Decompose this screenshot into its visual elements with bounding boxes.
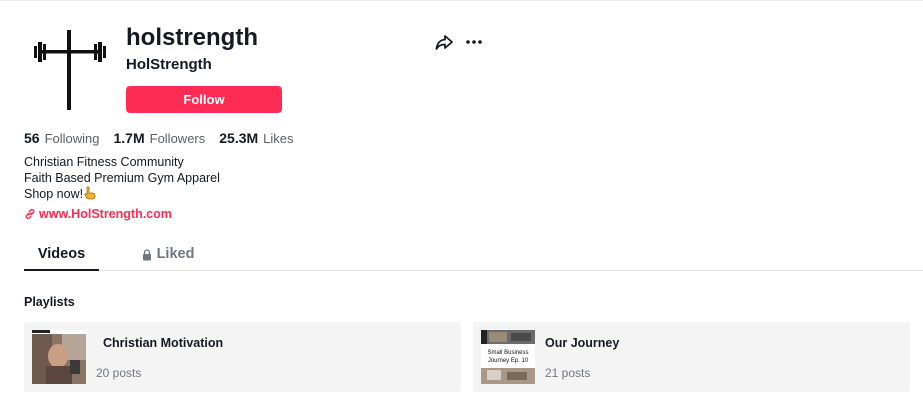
website-link[interactable]: www.HolStrength.com <box>24 207 172 221</box>
stat-value: 25.3M <box>219 130 259 146</box>
website-link-text: www.HolStrength.com <box>39 207 172 221</box>
playlist-title: Our Journey <box>545 336 620 350</box>
playlist-card[interactable]: Small Business Journey Ep. 10 Our Journe… <box>473 322 910 392</box>
stat-label: Following <box>44 131 100 146</box>
bio-line: Christian Fitness Community <box>24 155 184 169</box>
tab-liked[interactable]: Liked <box>138 240 198 271</box>
link-icon <box>25 208 35 220</box>
stat-label: Likes <box>263 131 294 146</box>
stat-value: 1.7M <box>113 130 145 146</box>
playlist-thumbnail: Small Business Journey Ep. 10 <box>481 330 535 384</box>
thumbnail-caption: Small Business <box>487 350 528 356</box>
bio-line: Faith Based Premium Gym Apparel <box>24 171 220 185</box>
pointing-down-hand-icon <box>84 186 96 204</box>
lock-icon <box>142 249 151 261</box>
stat-following[interactable]: 56 Following <box>24 130 100 146</box>
playlists-heading: Playlists <box>24 295 75 309</box>
stat-label: Followers <box>149 131 206 146</box>
avatar[interactable] <box>24 20 116 112</box>
nickname: HolStrength <box>126 56 212 73</box>
tab-videos[interactable]: Videos <box>24 240 99 271</box>
playlist-title: Christian Motivation <box>103 336 224 350</box>
playlist-count: 20 posts <box>96 366 142 380</box>
stat-followers[interactable]: 1.7M Followers <box>114 130 206 146</box>
bio-line: Shop now! <box>24 187 84 201</box>
playlist-count: 21 posts <box>545 366 591 380</box>
playlist-thumbnail <box>32 330 86 384</box>
bio-line-with-emoji: Shop now! <box>24 186 220 204</box>
profile-tabs: Videos Liked <box>24 240 923 271</box>
username: holstrength <box>126 24 258 51</box>
thumbnail-caption: Journey Ep. 10 <box>488 358 529 364</box>
cross-barbell-icon <box>34 30 106 110</box>
playlist-card[interactable]: Christian Motivation 20 posts <box>24 322 461 392</box>
follow-button[interactable]: Follow <box>126 86 282 113</box>
share-icon[interactable] <box>434 32 454 52</box>
more-options-icon[interactable] <box>464 32 484 52</box>
tab-label: Videos <box>37 246 86 262</box>
stat-likes: 25.3M Likes <box>219 130 293 146</box>
stat-value: 56 <box>24 130 40 146</box>
top-divider <box>0 0 923 1</box>
profile-stats: 56 Following 1.7M Followers 25.3M Likes <box>24 130 308 146</box>
bio: Christian Fitness Community Faith Based … <box>24 154 220 204</box>
tab-label: Liked <box>156 246 195 262</box>
